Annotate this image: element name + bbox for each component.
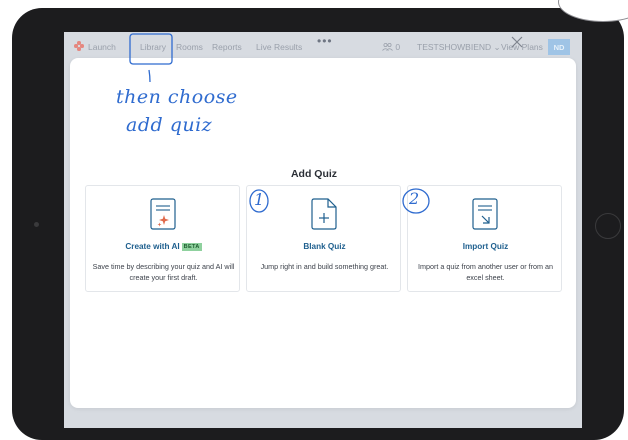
ai-sparkle-document-icon	[150, 198, 176, 230]
close-button[interactable]	[510, 35, 524, 49]
modal-title: Add Quiz	[290, 168, 338, 180]
tablet-photo: Launch Library Rooms Reports Live Result…	[0, 0, 628, 440]
nav-rooms[interactable]: Rooms	[176, 42, 203, 52]
import-quiz-card[interactable]: Import Quiz Import a quiz from another u…	[407, 185, 562, 292]
import-quiz-title: Import Quiz	[462, 242, 509, 251]
annotation-marker-2: 2	[409, 189, 420, 208]
people-count-value: 0	[395, 42, 401, 52]
import-quiz-description: Import a quiz from another user or from …	[417, 262, 554, 282]
blank-document-plus-icon	[311, 198, 337, 230]
user-menu[interactable]: TESTSHOWBIEND ⌄	[417, 42, 501, 53]
create-with-ai-label: Create with AI	[125, 242, 180, 251]
create-with-ai-description: Save time by describing your quiz and AI…	[92, 262, 235, 282]
home-button[interactable]	[595, 213, 621, 239]
avatar[interactable]: ND	[548, 39, 570, 55]
annotation-marker-1: 1	[254, 190, 265, 209]
nav-library[interactable]: Library	[140, 42, 166, 52]
nav-live-results[interactable]: Live Results	[256, 42, 302, 52]
create-with-ai-card[interactable]: Create with AI BETA Save time by describi…	[85, 185, 240, 292]
beta-badge: BETA	[181, 243, 202, 251]
more-menu-icon[interactable]: •••	[317, 34, 333, 48]
import-document-arrow-icon	[472, 198, 498, 230]
close-icon	[511, 36, 523, 48]
blank-quiz-description: Jump right in and build something great.	[260, 262, 389, 271]
people-count[interactable]: 0	[382, 42, 400, 52]
people-icon	[382, 42, 393, 51]
annotation-line-2: add quiz	[126, 114, 213, 136]
logo-icon	[74, 41, 84, 51]
camera-dot	[34, 222, 39, 227]
nav-reports[interactable]: Reports	[212, 42, 242, 52]
create-with-ai-title: Create with AI BETA	[86, 242, 241, 251]
blank-quiz-card[interactable]: Blank Quiz Jump right in and build somet…	[246, 185, 401, 292]
nav-launch[interactable]: Launch	[88, 42, 116, 52]
annotation-line-1: then choose	[116, 86, 238, 108]
blank-quiz-title: Blank Quiz	[303, 242, 346, 251]
